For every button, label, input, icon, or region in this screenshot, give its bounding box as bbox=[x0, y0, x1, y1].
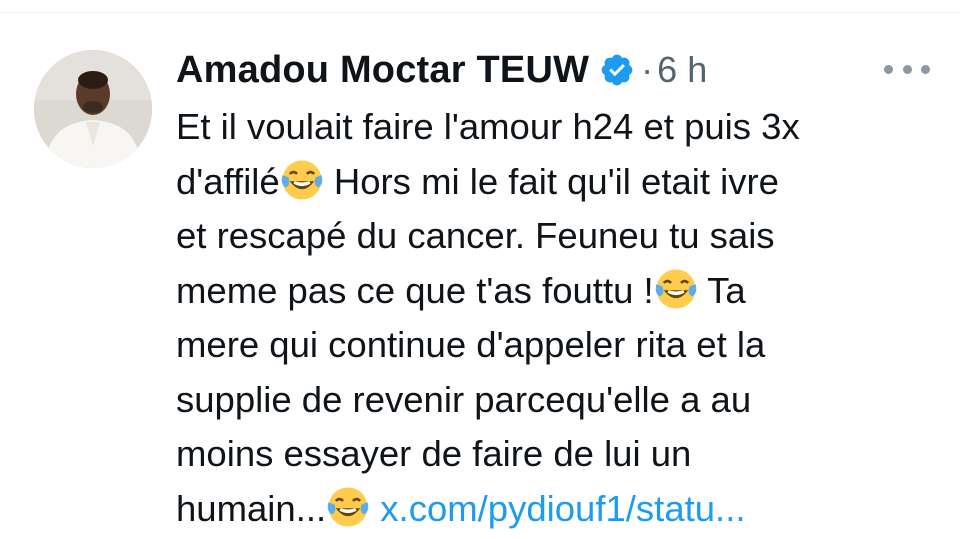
tweet-text-segment: supplie de revenir parcequ'elle a au bbox=[176, 378, 752, 420]
tweet-text-segment: et rescapé du cancer. Feuneu tu sais bbox=[176, 215, 775, 256]
author-name[interactable]: Amadou Moctar TEUW bbox=[176, 49, 589, 92]
tweet-text-segment: d'affilé bbox=[176, 160, 280, 202]
more-horizontal-icon bbox=[884, 64, 893, 74]
tweet-text-segment: humain... bbox=[176, 487, 327, 529]
tweet-line: et rescapé du cancer. Feuneu tu sais bbox=[176, 209, 936, 264]
tweet-line: moins essayer de faire de lui un bbox=[176, 427, 936, 482]
tweet-line: supplie de revenir parcequ'elle a au bbox=[176, 373, 936, 428]
tweet-text-segment: Et il voulait faire l'amour h24 et puis … bbox=[176, 106, 800, 147]
top-divider bbox=[0, 12, 960, 13]
tweet-line: mere qui continue d'appeler rita et la bbox=[176, 318, 936, 373]
timestamp[interactable]: 6 h bbox=[657, 49, 707, 91]
tweet-text-segment: moins essayer de faire de lui un bbox=[176, 433, 692, 474]
avatar[interactable] bbox=[34, 50, 152, 168]
more-horizontal-icon bbox=[902, 64, 912, 74]
tweet-text-segment: meme pas ce que t'as fouttu ! bbox=[176, 269, 654, 311]
tweet-line: Et il voulait faire l'amour h24 et puis … bbox=[176, 100, 936, 155]
verified-badge-icon[interactable] bbox=[599, 52, 635, 88]
face-with-tears-of-joy-icon bbox=[327, 486, 369, 527]
tweet-line: humain... x.com/pydiouf1/statu... bbox=[176, 482, 936, 537]
tweet-header: Amadou Moctar TEUW · 6 h bbox=[176, 44, 707, 96]
face-with-tears-of-joy-icon bbox=[281, 159, 322, 200]
more-options-button[interactable] bbox=[884, 58, 930, 80]
tweet-line: meme pas ce que t'as fouttu ! Ta bbox=[176, 264, 936, 319]
tweet-text-segment: mere qui continue d'appeler rita et la bbox=[176, 324, 766, 365]
tweet-line: d'affilé Hors mi le fait qu'il etait ivr… bbox=[176, 155, 936, 210]
avatar-photo bbox=[34, 50, 152, 168]
face-with-tears-of-joy-icon bbox=[655, 268, 696, 309]
tweet-text-segment: Hors mi le fait qu'il etait ivre bbox=[323, 160, 779, 202]
tweet-text-segment: Ta bbox=[697, 269, 746, 311]
more-horizontal-icon bbox=[921, 64, 930, 74]
separator-dot: · bbox=[641, 49, 654, 90]
tweet-text: Et il voulait faire l'amour h24 et puis … bbox=[176, 100, 936, 536]
tweet-link[interactable]: x.com/pydiouf1/statu... bbox=[380, 488, 745, 529]
